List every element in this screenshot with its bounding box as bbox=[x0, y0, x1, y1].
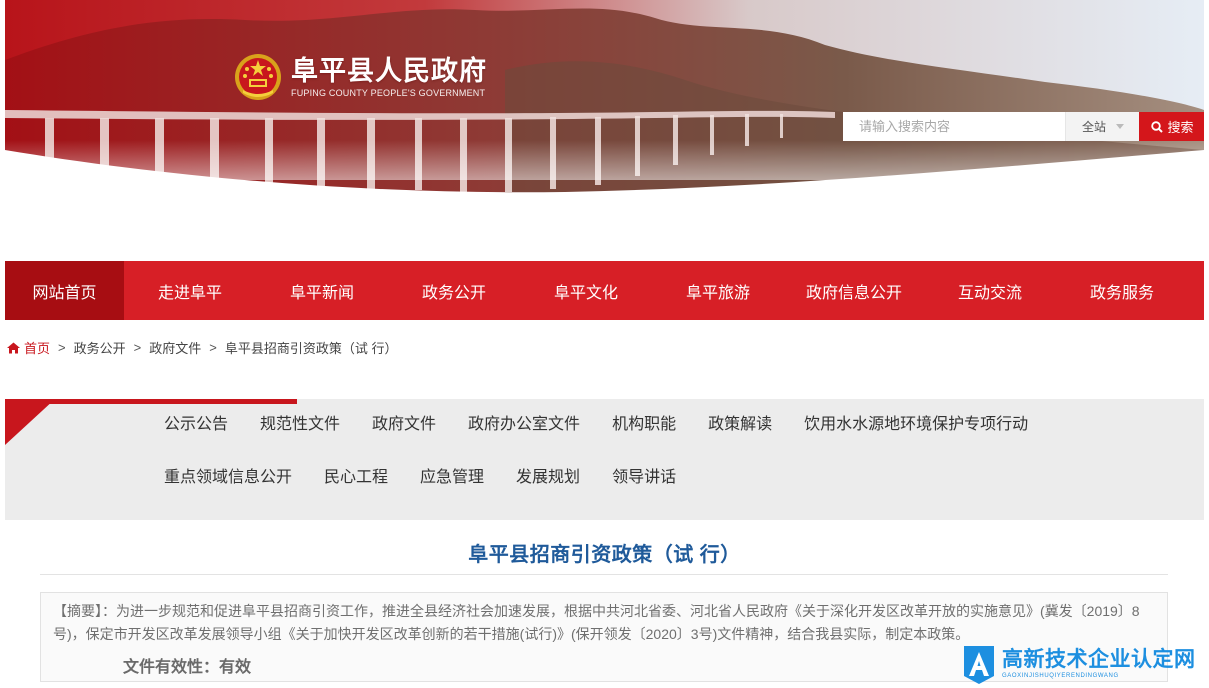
nav-item-services[interactable]: 政务服务 bbox=[1056, 261, 1188, 320]
category-link-functions[interactable]: 机构职能 bbox=[612, 415, 676, 435]
search-button-label: 搜索 bbox=[1167, 120, 1194, 135]
search-input[interactable] bbox=[843, 112, 1065, 141]
breadcrumb-separator: > bbox=[209, 340, 217, 355]
article-title: 阜平县招商引资政策（试 行） bbox=[468, 544, 741, 566]
breadcrumb-separator: > bbox=[133, 340, 142, 355]
category-link-announcements[interactable]: 公示公告 bbox=[164, 415, 228, 435]
category-link-government-documents[interactable]: 政府文件 bbox=[372, 415, 436, 435]
category-link-emergency-management[interactable]: 应急管理 bbox=[420, 468, 484, 488]
search-scope-label: 全站 bbox=[1082, 120, 1107, 134]
category-link-leader-speeches[interactable]: 领导讲话 bbox=[612, 468, 676, 488]
breadcrumb-current: 阜平县招商引资政策（试 行） bbox=[224, 341, 398, 356]
category-link-development-planning[interactable]: 发展规划 bbox=[516, 468, 580, 488]
site-name: 阜平县人民政府 bbox=[291, 56, 487, 86]
category-link-policy-interpretation[interactable]: 政策解读 bbox=[708, 415, 772, 435]
nav-item-news[interactable]: 阜平新闻 bbox=[256, 261, 388, 320]
title-divider bbox=[40, 574, 1168, 575]
nav-item-culture[interactable]: 阜平文化 bbox=[520, 261, 652, 320]
site-logo[interactable]: 阜平县人民政府 FUPING COUNTY PEOPLE'S GOVERNMEN… bbox=[233, 52, 487, 102]
category-link-normative-documents[interactable]: 规范性文件 bbox=[260, 415, 340, 435]
nav-item-government-affairs[interactable]: 政务公开 bbox=[388, 261, 520, 320]
breadcrumb-link-government-affairs[interactable]: 政务公开 bbox=[74, 338, 126, 357]
watermark-text: 高新技术企业认定网 bbox=[1002, 648, 1196, 671]
abstract-label: 【摘要】： bbox=[53, 603, 116, 619]
category-row-1: 公示公告 规范性文件 政府文件 政府办公室文件 机构职能 政策解读 饮用水水源地… bbox=[164, 415, 1060, 435]
banner-landscape bbox=[5, 0, 1204, 210]
nav-item-interaction[interactable]: 互动交流 bbox=[924, 261, 1056, 320]
breadcrumb: 首页 > 政务公开 > 政府文件 > 阜平县招商引资政策（试 行） bbox=[7, 338, 397, 357]
watermark-logo-icon bbox=[964, 646, 994, 684]
caret-down-icon bbox=[1116, 124, 1125, 129]
breadcrumb-separator: > bbox=[58, 340, 66, 355]
nav-item-home[interactable]: 网站首页 bbox=[5, 261, 124, 320]
main-nav: 网站首页 走进阜平 阜平新闻 政务公开 阜平文化 阜平旅游 政府信息公开 互动交… bbox=[5, 261, 1204, 320]
search-button[interactable]: 搜索 bbox=[1139, 112, 1204, 141]
nav-item-tourism[interactable]: 阜平旅游 bbox=[652, 261, 784, 320]
category-link-livelihood-projects[interactable]: 民心工程 bbox=[324, 468, 388, 488]
category-link-water-protection[interactable]: 饮用水水源地环境保护专项行动 bbox=[804, 415, 1028, 435]
search-icon bbox=[1151, 120, 1164, 133]
watermark: 高新技术企业认定网 GAOXINJISHUQIYERENDINGWANG bbox=[960, 640, 1209, 688]
search-bar: 全站 搜索 bbox=[843, 112, 1204, 141]
search-scope-select[interactable]: 全站 bbox=[1065, 112, 1139, 141]
breadcrumb-home-label: 首页 bbox=[24, 341, 51, 356]
category-row-2: 重点领域信息公开 民心工程 应急管理 发展规划 领导讲话 bbox=[164, 468, 708, 488]
category-link-key-areas[interactable]: 重点领域信息公开 bbox=[164, 468, 292, 488]
nav-item-info-disclosure[interactable]: 政府信息公开 bbox=[784, 261, 924, 320]
breadcrumb-home[interactable]: 首页 bbox=[7, 338, 50, 357]
category-panel: 公示公告 规范性文件 政府文件 政府办公室文件 机构职能 政策解读 饮用水水源地… bbox=[5, 399, 1204, 520]
header-banner: 阜平县人民政府 FUPING COUNTY PEOPLE'S GOVERNMEN… bbox=[5, 0, 1204, 210]
watermark-subtext: GAOXINJISHUQIYERENDINGWANG bbox=[1002, 673, 1119, 679]
abstract-text: 为进一步规范和促进阜平县招商引资工作，推进全县经济社会加速发展，根据中共河北省委… bbox=[53, 603, 1140, 642]
breadcrumb-link-government-documents[interactable]: 政府文件 bbox=[149, 338, 201, 357]
category-link-office-documents[interactable]: 政府办公室文件 bbox=[468, 415, 580, 435]
national-emblem-icon bbox=[235, 54, 281, 100]
site-name-english: FUPING COUNTY PEOPLE'S GOVERNMENT bbox=[291, 88, 486, 98]
nav-item-about[interactable]: 走进阜平 bbox=[124, 261, 256, 320]
home-icon bbox=[7, 342, 20, 353]
